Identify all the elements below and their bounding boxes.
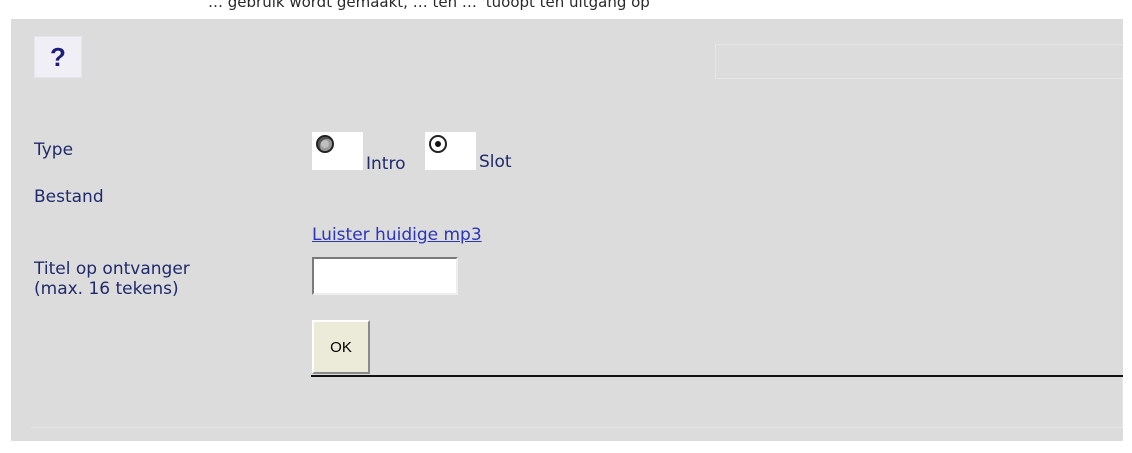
radio-slot-label: Slot — [479, 152, 512, 172]
radio-intro-label: Intro — [366, 154, 406, 174]
help-question-icon[interactable]: ? — [34, 36, 82, 78]
header-divider — [715, 44, 1123, 79]
form-panel: ? Type Intro Slot Bestand Luister huidig… — [11, 19, 1123, 441]
type-label: Type — [34, 140, 74, 160]
radio-intro-container[interactable] — [312, 132, 363, 170]
cut-off-top-text-content: … gebruik wordt gemaakt, … ten … 'tuoopt… — [208, 0, 650, 11]
footer-divider — [31, 377, 1123, 428]
title-input[interactable] — [312, 257, 458, 295]
radio-slot-checked-icon[interactable] — [429, 135, 447, 153]
cut-off-top-text: … gebruik wordt gemaakt, … ten … 'tuoopt… — [0, 0, 1132, 19]
ok-button[interactable]: OK — [312, 320, 370, 374]
radio-intro-unchecked-icon[interactable] — [316, 135, 334, 153]
title-label-line1: Titel op ontvanger — [34, 259, 190, 279]
title-label-line2: (max. 16 tekens) — [34, 279, 179, 299]
radio-slot-container[interactable] — [425, 132, 476, 170]
file-label: Bestand — [34, 187, 104, 207]
listen-mp3-link[interactable]: Luister huidige mp3 — [312, 225, 482, 245]
